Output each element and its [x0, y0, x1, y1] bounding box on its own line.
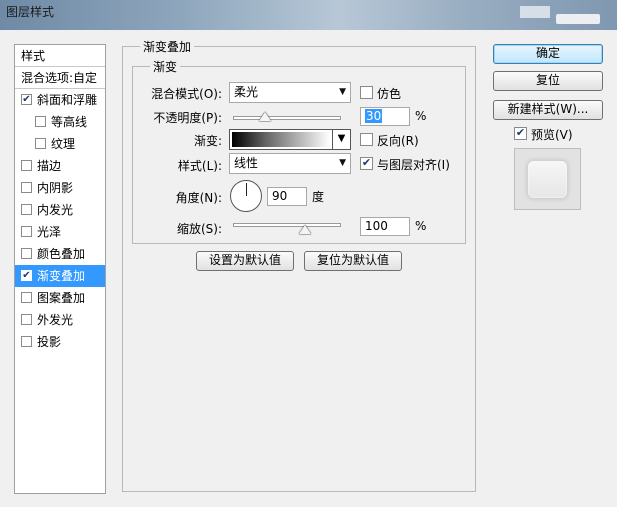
- scale-label: 缩放(S):: [176, 222, 222, 236]
- dropdown-arrow-icon: ▼: [339, 158, 346, 168]
- style-item[interactable]: ✔ 斜面和浮雕: [15, 89, 105, 111]
- style-item-checkbox[interactable]: [21, 292, 32, 303]
- angle-label: 角度(N):: [175, 191, 222, 205]
- scale-input[interactable]: 100: [360, 217, 410, 236]
- gradient-dropdown-icon[interactable]: ▼: [332, 130, 350, 149]
- style-item-label: 描边: [37, 159, 62, 173]
- style-item[interactable]: 内发光: [15, 199, 105, 221]
- style-item[interactable]: ✔ 渐变叠加: [15, 265, 105, 287]
- style-item-label: 斜面和浮雕: [37, 93, 98, 107]
- style-item-label: 光泽: [37, 225, 62, 239]
- opacity-input[interactable]: 30: [360, 107, 410, 126]
- gradient-overlay-title: 渐变叠加: [140, 38, 195, 55]
- style-item-label: 投影: [37, 335, 62, 349]
- angle-dial[interactable]: [230, 180, 262, 212]
- style-item-checkbox[interactable]: ✔: [21, 94, 32, 105]
- reset-default-button[interactable]: 复位为默认值: [304, 251, 402, 271]
- gradient-label: 渐变:: [193, 134, 222, 148]
- style-item-checkbox[interactable]: [21, 248, 32, 259]
- style-item-checkbox[interactable]: [21, 314, 32, 325]
- style-item-checkbox[interactable]: [21, 182, 32, 193]
- opacity-slider-track[interactable]: [233, 116, 341, 120]
- dither-checkbox[interactable]: [360, 86, 373, 99]
- scale-unit: %: [415, 219, 427, 233]
- gradient-subgroup-title: 渐变: [150, 58, 181, 75]
- style-item[interactable]: 图案叠加: [15, 287, 105, 309]
- scale-value: 100: [365, 219, 388, 233]
- style-item-label: 颜色叠加: [37, 247, 86, 261]
- opacity-slider-thumb[interactable]: [259, 112, 272, 121]
- angle-unit: 度: [312, 190, 325, 204]
- scale-slider-thumb[interactable]: [299, 225, 312, 234]
- ok-button[interactable]: 确定: [493, 44, 603, 64]
- title-bar: 图层样式: [0, 0, 617, 30]
- style-item[interactable]: 外发光: [15, 309, 105, 331]
- styles-header[interactable]: 样式: [15, 45, 105, 67]
- style-select[interactable]: 线性 ▼: [229, 153, 351, 174]
- style-label: 样式(L):: [177, 159, 222, 173]
- scale-slider-track[interactable]: [233, 223, 341, 227]
- style-item-checkbox[interactable]: [35, 116, 46, 127]
- style-item[interactable]: 描边: [15, 155, 105, 177]
- title-bar-glare: [556, 14, 600, 24]
- opacity-value: 30: [365, 109, 383, 123]
- style-item-checkbox[interactable]: [21, 160, 32, 171]
- style-item[interactable]: 投影: [15, 331, 105, 353]
- style-item[interactable]: 内阴影: [15, 177, 105, 199]
- style-item-checkbox[interactable]: [21, 336, 32, 347]
- style-item-checkbox[interactable]: [21, 204, 32, 215]
- style-item-label: 等高线: [51, 115, 88, 129]
- dither-label: 仿色: [377, 87, 402, 101]
- blend-mode-select[interactable]: 柔光 ▼: [229, 82, 351, 103]
- style-item-checkbox[interactable]: [21, 226, 32, 237]
- preview-checkbox[interactable]: ✔: [514, 127, 527, 140]
- style-item-label: 外发光: [37, 313, 74, 327]
- reverse-label: 反向(R): [377, 134, 419, 148]
- style-item-label: 图案叠加: [37, 291, 86, 305]
- style-item-label: 纹理: [51, 137, 76, 151]
- align-with-layer-label: 与图层对齐(I): [377, 158, 450, 172]
- preview-label: 预览(V): [531, 128, 573, 142]
- gradient-picker[interactable]: ▼: [229, 129, 351, 150]
- dropdown-arrow-icon: ▼: [339, 87, 346, 97]
- style-item-checkbox[interactable]: ✔: [21, 270, 32, 281]
- angle-needle: [246, 183, 247, 196]
- angle-input[interactable]: 90: [267, 187, 307, 206]
- blend-mode-label: 混合模式(O):: [151, 87, 222, 101]
- angle-value: 90: [272, 189, 288, 203]
- title-bar-glare: [520, 6, 550, 18]
- opacity-label: 不透明度(P):: [153, 111, 222, 125]
- window-title: 图层样式: [6, 5, 55, 19]
- preview-swatch: [528, 161, 567, 198]
- style-item-label: 内发光: [37, 203, 74, 217]
- reverse-checkbox[interactable]: [360, 133, 373, 146]
- layer-style-dialog: 样式 混合选项:自定 ✔ 斜面和浮雕等高线纹理描边内阴影内发光光泽颜色叠加 ✔ 渐变叠…: [0, 30, 617, 507]
- style-preview: [514, 148, 581, 210]
- styles-list: 样式 混合选项:自定 ✔ 斜面和浮雕等高线纹理描边内阴影内发光光泽颜色叠加 ✔ 渐变叠…: [14, 44, 106, 494]
- style-item[interactable]: 颜色叠加: [15, 243, 105, 265]
- style-item[interactable]: 光泽: [15, 221, 105, 243]
- style-item-label: 渐变叠加: [37, 269, 86, 283]
- new-style-button[interactable]: 新建样式(W)...: [493, 100, 603, 120]
- style-item-checkbox[interactable]: [35, 138, 46, 149]
- blend-options-item[interactable]: 混合选项:自定: [15, 67, 105, 89]
- style-item[interactable]: 等高线: [15, 111, 105, 133]
- align-with-layer-checkbox[interactable]: ✔: [360, 157, 373, 170]
- style-item[interactable]: 纹理: [15, 133, 105, 155]
- style-value: 线性: [234, 156, 259, 170]
- gradient-preview: [232, 132, 330, 147]
- blend-mode-value: 柔光: [234, 85, 259, 99]
- make-default-button[interactable]: 设置为默认值: [196, 251, 294, 271]
- opacity-unit: %: [415, 109, 427, 123]
- style-item-label: 内阴影: [37, 181, 74, 195]
- reset-button[interactable]: 复位: [493, 71, 603, 91]
